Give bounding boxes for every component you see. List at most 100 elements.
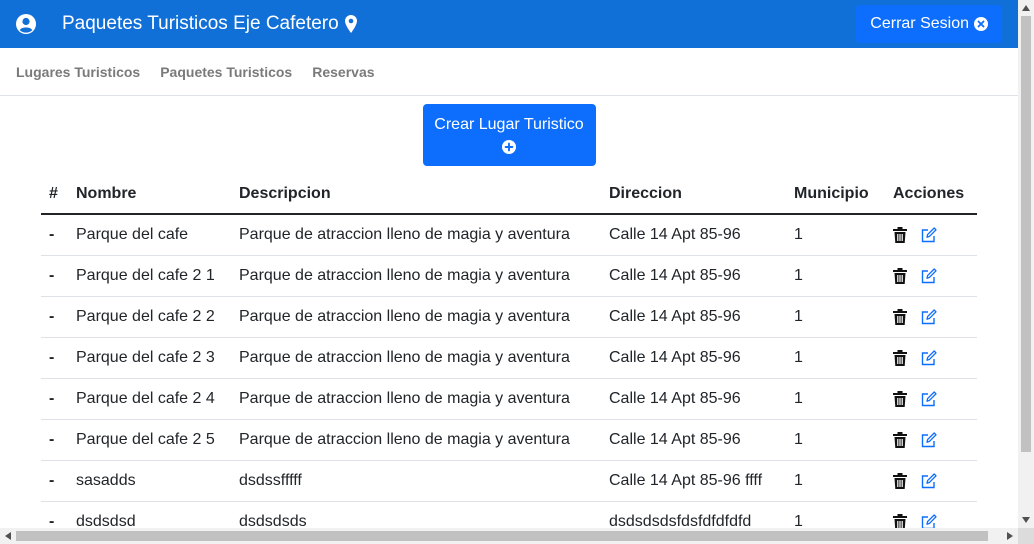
table-row: - Parque del cafe 2 3 Parque de atraccion … — [41, 337, 977, 379]
cell-direccion: Calle 14 Apt 85-96 — [601, 337, 786, 379]
vertical-scrollbar[interactable] — [1018, 0, 1034, 528]
app-title: Paquetes Turisticos Eje Cafetero — [62, 13, 357, 35]
edit-icon[interactable] — [921, 308, 937, 325]
trash-icon[interactable] — [893, 390, 909, 407]
row-actions — [893, 349, 969, 366]
scrollbar-corner — [1018, 528, 1034, 544]
cell-municipio: 1 — [786, 337, 885, 379]
trash-icon[interactable] — [893, 267, 909, 284]
cell-nombre: Parque del cafe 2 1 — [68, 255, 231, 297]
cell-descripcion: dsdssfffff — [231, 460, 601, 502]
edit-icon[interactable] — [921, 472, 937, 489]
table-row: - Parque del cafe 2 4 Parque de atraccion … — [41, 378, 977, 420]
row-actions — [893, 472, 969, 489]
vertical-scroll-thumb[interactable] — [1021, 16, 1031, 452]
table-body: - Parque del cafe Parque de atraccion llen… — [41, 214, 977, 528]
scroll-down-arrow-icon[interactable] — [1018, 512, 1034, 528]
cell-acciones — [885, 296, 977, 338]
cell-acciones — [885, 255, 977, 297]
cell-municipio: 1 — [786, 460, 885, 502]
trash-icon[interactable] — [893, 349, 909, 366]
cell-municipio: 1 — [786, 501, 885, 528]
places-table: # Nombre Descripcion Direccion Municipio… — [41, 174, 977, 528]
trash-icon[interactable] — [893, 308, 909, 325]
cell-descripcion: Parque de atraccion lleno de magia y ave… — [231, 296, 601, 338]
create-button-wrapper: Crear Lugar Turistico — [0, 104, 1018, 166]
trash-icon[interactable] — [893, 472, 909, 489]
header-num: # — [41, 174, 68, 215]
x-circle-icon — [974, 17, 988, 31]
cell-num: - — [41, 337, 68, 379]
header-municipio: Municipio — [786, 174, 885, 215]
header-nombre: Nombre — [68, 174, 231, 215]
horizontal-scrollbar[interactable] — [0, 528, 1018, 544]
cell-num: - — [41, 460, 68, 502]
cell-num: - — [41, 255, 68, 297]
nav-item-lugares-turisticos[interactable]: Lugares Turisticos — [16, 64, 140, 80]
app-title-text: Paquetes Turisticos Eje Cafetero — [62, 13, 339, 34]
cell-acciones — [885, 501, 977, 528]
trash-icon[interactable] — [893, 513, 909, 528]
header-descripcion: Descripcion — [231, 174, 601, 215]
table-row: - Parque del cafe 2 5 Parque de atraccion … — [41, 419, 977, 461]
cell-num: - — [41, 296, 68, 338]
cell-nombre: Parque del cafe 2 2 — [68, 296, 231, 338]
trash-icon[interactable] — [893, 431, 909, 448]
cell-municipio: 1 — [786, 296, 885, 338]
viewport: Paquetes Turisticos Eje Cafetero Cerrar … — [0, 0, 1018, 528]
create-place-button[interactable]: Crear Lugar Turistico — [422, 104, 596, 166]
cell-descripcion: Parque de atraccion lleno de magia y ave… — [231, 214, 601, 256]
cell-municipio: 1 — [786, 255, 885, 297]
cell-direccion: Calle 14 Apt 85-96 — [601, 255, 786, 297]
nav-item-reservas[interactable]: Reservas — [312, 64, 374, 80]
horizontal-scroll-thumb[interactable] — [16, 531, 988, 541]
map-pin-icon — [344, 15, 357, 33]
edit-icon[interactable] — [921, 431, 937, 448]
cell-direccion: Calle 14 Apt 85-96 — [601, 296, 786, 338]
edit-icon[interactable] — [921, 349, 937, 366]
cell-nombre: Parque del cafe 2 4 — [68, 378, 231, 420]
edit-icon[interactable] — [921, 390, 937, 407]
scroll-up-arrow-icon[interactable] — [1018, 0, 1034, 16]
cell-acciones — [885, 460, 977, 502]
cell-num: - — [41, 214, 68, 256]
edit-icon[interactable] — [921, 227, 937, 243]
create-place-button-label: Crear Lugar Turistico — [434, 116, 584, 133]
cell-municipio: 1 — [786, 214, 885, 256]
cell-descripcion: Parque de atraccion lleno de magia y ave… — [231, 378, 601, 420]
cell-acciones — [885, 337, 977, 379]
cell-acciones — [885, 378, 977, 420]
cell-direccion: Calle 14 Apt 85-96 — [601, 419, 786, 461]
cell-direccion: Calle 14 Apt 85-96 — [601, 378, 786, 420]
scroll-left-arrow-icon[interactable] — [0, 528, 16, 544]
plus-circle-icon — [502, 140, 516, 154]
cell-nombre: dsdsdsd — [68, 501, 231, 528]
row-actions — [893, 390, 969, 407]
edit-icon[interactable] — [921, 513, 937, 528]
cell-direccion: Calle 14 Apt 85-96 — [601, 214, 786, 256]
cell-num: - — [41, 501, 68, 528]
row-actions — [893, 308, 969, 325]
row-actions — [893, 513, 969, 528]
cell-num: - — [41, 419, 68, 461]
nav-item-paquetes-turisticos[interactable]: Paquetes Turisticos — [160, 64, 292, 80]
row-actions — [893, 226, 969, 243]
cell-direccion: Calle 14 Apt 85-96 ffff — [601, 460, 786, 502]
row-actions — [893, 431, 969, 448]
table-row: - Parque del cafe Parque de atraccion llen… — [41, 214, 977, 256]
top-bar: Paquetes Turisticos Eje Cafetero Cerrar … — [0, 0, 1018, 48]
table-header-row: # Nombre Descripcion Direccion Municipio… — [41, 174, 977, 215]
logout-button[interactable]: Cerrar Sesion — [856, 5, 1002, 43]
edit-icon[interactable] — [921, 267, 937, 284]
table-row: - sasadds dsdssfffff Calle 14 Apt 85-96 fff… — [41, 460, 977, 502]
cell-num: - — [41, 378, 68, 420]
trash-icon[interactable] — [893, 226, 909, 243]
row-actions — [893, 267, 969, 284]
header-direccion: Direccion — [601, 174, 786, 215]
user-circle-icon[interactable] — [16, 14, 36, 34]
cell-acciones — [885, 214, 977, 256]
scroll-right-arrow-icon[interactable] — [1002, 528, 1018, 544]
cell-descripcion: dsdsdsds — [231, 501, 601, 528]
cell-acciones — [885, 419, 977, 461]
header-acciones: Acciones — [885, 174, 977, 215]
